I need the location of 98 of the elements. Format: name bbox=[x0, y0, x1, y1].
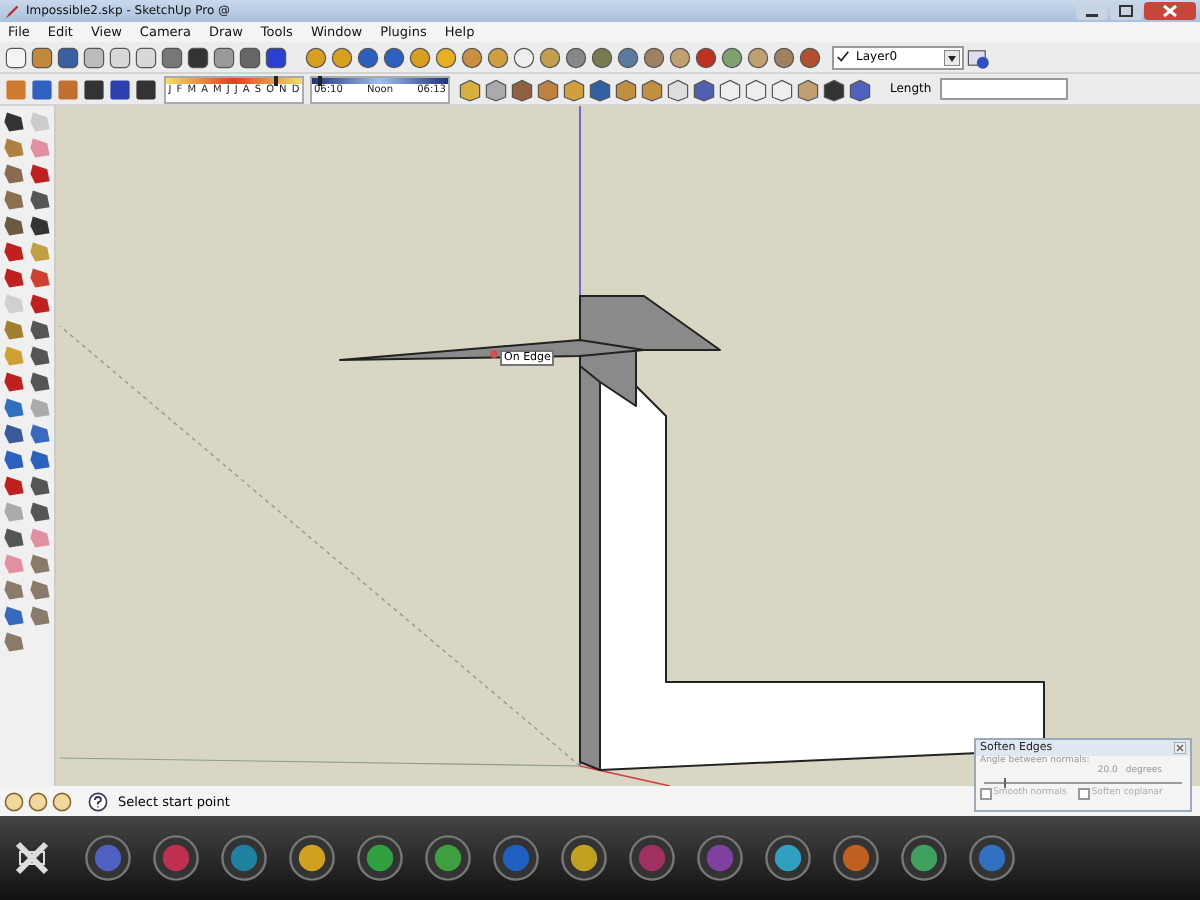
tool-icon[interactable] bbox=[2, 240, 26, 264]
tool-icon[interactable] bbox=[2, 370, 26, 394]
toolbar-icon[interactable] bbox=[614, 77, 638, 101]
dropdown-arrow-icon bbox=[944, 49, 960, 65]
toolbar-icon[interactable] bbox=[238, 45, 262, 69]
taskbar-app-icon[interactable] bbox=[152, 834, 200, 882]
tool-icon[interactable] bbox=[2, 474, 26, 498]
taskbar-app-icon[interactable] bbox=[424, 834, 472, 882]
toolbar-icon[interactable] bbox=[692, 77, 716, 101]
minimize-icon[interactable] bbox=[1076, 2, 1108, 20]
tool-icon[interactable] bbox=[2, 214, 26, 238]
toolbar-icon[interactable] bbox=[30, 77, 54, 101]
toolbar-icon[interactable] bbox=[668, 45, 692, 69]
toolbar-icon[interactable] bbox=[564, 45, 588, 69]
close-icon[interactable] bbox=[1144, 2, 1196, 20]
taskbar-app-icon[interactable] bbox=[900, 834, 948, 882]
toolbar-icon[interactable] bbox=[82, 45, 106, 69]
toolbar-icon[interactable] bbox=[848, 77, 872, 101]
toolbar-icon[interactable] bbox=[616, 45, 640, 69]
toolbar-icon[interactable] bbox=[770, 77, 794, 101]
toolbar-icon[interactable] bbox=[56, 45, 80, 69]
toolbar-icon[interactable] bbox=[108, 45, 132, 69]
toolbar-icon[interactable] bbox=[588, 77, 612, 101]
taskbar-app-icon[interactable] bbox=[696, 834, 744, 882]
toolbar-icon[interactable] bbox=[134, 45, 158, 69]
taskbar-app-icon[interactable] bbox=[220, 834, 268, 882]
toolbar-icon[interactable] bbox=[134, 77, 158, 101]
toolbar-icon[interactable] bbox=[212, 45, 236, 69]
toolbar-icon[interactable] bbox=[460, 45, 484, 69]
toolbar-icon[interactable] bbox=[746, 45, 770, 69]
toolbar-icon[interactable] bbox=[304, 45, 328, 69]
toolbar-icon[interactable] bbox=[382, 45, 406, 69]
maximize-icon[interactable] bbox=[1110, 2, 1142, 20]
taskbar-app-icon[interactable] bbox=[356, 834, 404, 882]
toolbar-icon[interactable] bbox=[694, 45, 718, 69]
tool-icon[interactable] bbox=[28, 474, 52, 498]
toolbar-icon[interactable] bbox=[822, 77, 846, 101]
toolbar-icon[interactable] bbox=[590, 45, 614, 69]
layers-icon[interactable] bbox=[966, 45, 990, 69]
slider-thumb[interactable] bbox=[318, 75, 323, 85]
toolbar-icon[interactable] bbox=[264, 45, 288, 69]
taskbar-app-icon[interactable] bbox=[968, 834, 1016, 882]
toolbar-icon[interactable] bbox=[718, 77, 742, 101]
taskbar-app-icon[interactable] bbox=[560, 834, 608, 882]
tool-icon[interactable] bbox=[2, 422, 26, 446]
toolbar-icon[interactable] bbox=[512, 45, 536, 69]
toolbar-icon[interactable] bbox=[744, 77, 768, 101]
horizontal-axis-line bbox=[579, 765, 671, 786]
taskbar-app-icon[interactable] bbox=[492, 834, 540, 882]
toolbar-icon[interactable] bbox=[798, 45, 822, 69]
tool-icon[interactable] bbox=[28, 448, 52, 472]
slider-thumb[interactable] bbox=[274, 75, 279, 85]
toolbar-icon[interactable] bbox=[434, 45, 458, 69]
toolbar-icon[interactable] bbox=[538, 45, 562, 69]
help-icon[interactable] bbox=[88, 791, 108, 811]
toolbar-icon[interactable] bbox=[30, 45, 54, 69]
toolbar-icon[interactable] bbox=[160, 45, 184, 69]
toolbar-icon[interactable] bbox=[82, 77, 106, 101]
toolbar-icon[interactable] bbox=[720, 45, 744, 69]
toolbar-icon[interactable] bbox=[796, 77, 820, 101]
tool-icon[interactable] bbox=[2, 526, 26, 550]
taskbar-app-icon[interactable] bbox=[84, 834, 132, 882]
toolbar-icon[interactable] bbox=[562, 77, 586, 101]
tool-icon[interactable] bbox=[28, 188, 52, 212]
toolbar-icon[interactable] bbox=[330, 45, 354, 69]
taskbar-app-icon[interactable] bbox=[288, 834, 336, 882]
toolbar-icon[interactable] bbox=[772, 45, 796, 69]
toolbar-icon[interactable] bbox=[408, 45, 432, 69]
check-icon bbox=[836, 50, 850, 64]
tool-icon[interactable] bbox=[2, 266, 26, 290]
start-icon[interactable] bbox=[12, 838, 52, 878]
tool-icon[interactable] bbox=[2, 110, 26, 134]
toolbar-icon[interactable] bbox=[536, 77, 560, 101]
toolbar-icon[interactable] bbox=[108, 77, 132, 101]
toolbar-icon[interactable] bbox=[458, 77, 482, 101]
tool-icon[interactable] bbox=[28, 318, 52, 342]
toolbar-icon[interactable] bbox=[356, 45, 380, 69]
toolbar-icon[interactable] bbox=[484, 77, 508, 101]
inference-point-icon bbox=[490, 350, 498, 358]
tool-icon[interactable] bbox=[28, 344, 52, 368]
toolbar-icon[interactable] bbox=[486, 45, 510, 69]
length-field[interactable] bbox=[939, 78, 1068, 100]
tool-icon[interactable] bbox=[28, 500, 52, 524]
taskbar-app-icon[interactable] bbox=[764, 834, 812, 882]
toolbar-icon[interactable] bbox=[666, 77, 690, 101]
toolbar-icon[interactable] bbox=[4, 45, 28, 69]
tool-icon[interactable] bbox=[2, 448, 26, 472]
toolbar-icon[interactable] bbox=[186, 45, 210, 69]
taskbar-app-icon[interactable] bbox=[628, 834, 676, 882]
close-icon[interactable] bbox=[1174, 742, 1186, 754]
tool-icon[interactable] bbox=[28, 162, 52, 186]
taskbar-app-icon[interactable] bbox=[832, 834, 880, 882]
toolbar-icon[interactable] bbox=[640, 77, 664, 101]
toolbar-icon[interactable] bbox=[510, 77, 534, 101]
toolbar-icon[interactable] bbox=[642, 45, 666, 69]
tool-icon[interactable] bbox=[28, 214, 52, 238]
tool-icon[interactable] bbox=[28, 370, 52, 394]
tool-icon[interactable] bbox=[28, 292, 52, 316]
